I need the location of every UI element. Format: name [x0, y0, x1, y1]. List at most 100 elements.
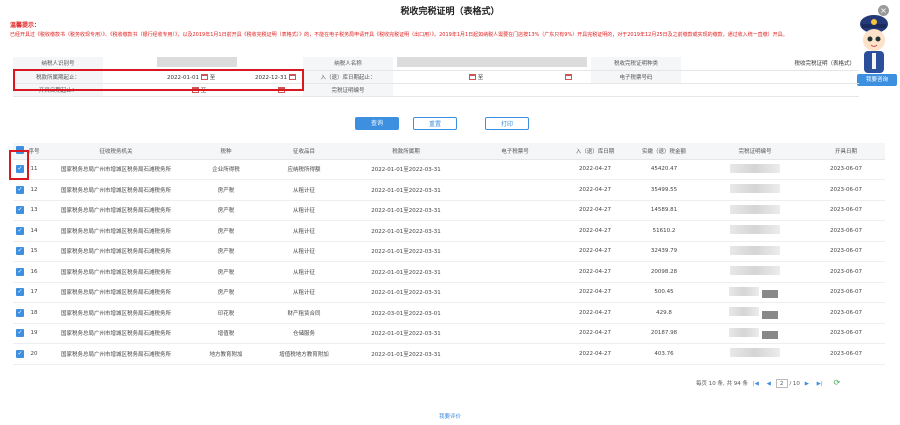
- redacted-block: [762, 290, 778, 298]
- issue-date: 2023-06-07: [807, 220, 885, 242]
- calendar-icon[interactable]: [278, 87, 286, 93]
- prev-page-icon[interactable]: ◀: [767, 381, 771, 387]
- redacted-cert-number: [730, 245, 780, 255]
- collection-office: 国家税务总局广州市增城区税务局石滩税务所: [41, 282, 191, 303]
- paid-amount: 20187.98: [625, 323, 703, 344]
- table-row[interactable]: ✓ 13 国家税务总局广州市增城区税务局石滩税务所 房产税 从租计征 2022-01-01…: [13, 200, 885, 221]
- row-number: 19: [27, 323, 41, 344]
- table-row[interactable]: ✓ 11 国家税务总局广州市增城区税务局石滩税务所 企业所得税 应纳税所得额 2022-0…: [13, 159, 885, 180]
- last-page-icon[interactable]: ▶|: [817, 381, 823, 387]
- collection-office: 国家税务总局广州市增城区税务局石滩税务所: [41, 179, 191, 201]
- calendar-icon[interactable]: [200, 74, 208, 80]
- calendar-icon[interactable]: [565, 74, 573, 80]
- checkbox-icon[interactable]: ✓: [16, 288, 24, 297]
- issue-date: 2023-06-07: [807, 323, 885, 344]
- tax-type: 增值税: [191, 323, 261, 344]
- calendar-icon[interactable]: [288, 74, 296, 80]
- checkbox-icon[interactable]: ✓: [16, 349, 24, 358]
- tax-period: 2022-01-01至2022-03-31: [347, 200, 465, 221]
- table-row[interactable]: ✓ 18 国家税务总局广州市增城区税务局石滩税务所 印花税 财产租赁合同 2022-03-…: [13, 302, 885, 324]
- redacted-cert-number: [730, 163, 780, 173]
- entry-date: 2022-04-27: [565, 220, 625, 242]
- cert-number: [703, 179, 807, 201]
- e-ticket-input[interactable]: [681, 70, 859, 84]
- table-row[interactable]: ✓ 17 国家税务总局广州市增城区税务局石滩税务所 房产税 从租计征 2022-01-01…: [13, 282, 885, 303]
- checkbox-icon[interactable]: ✓: [16, 308, 24, 317]
- checkbox-icon[interactable]: ✓: [16, 226, 24, 235]
- entry-date-range[interactable]: 至: [393, 70, 591, 84]
- row-checkbox[interactable]: ✓: [13, 200, 27, 221]
- row-number: 17: [27, 282, 41, 303]
- table-row[interactable]: ✓ 14 国家税务总局广州市增城区税务局石滩税务所 房产税 从租计征 2022-01-01…: [13, 220, 885, 242]
- checkbox-highlight-box: [9, 150, 29, 180]
- checkbox-icon[interactable]: ✓: [16, 185, 24, 194]
- tax-period: 2022-01-01至2022-03-31: [347, 241, 465, 262]
- calendar-icon[interactable]: [469, 74, 476, 80]
- reset-button[interactable]: 重置: [413, 117, 457, 130]
- tax-item: 增值税地方教育附加: [261, 343, 347, 365]
- row-checkbox[interactable]: ✓: [13, 241, 27, 262]
- cert-number: [703, 241, 807, 262]
- cert-number: [703, 323, 807, 344]
- row-number: 11: [27, 159, 41, 180]
- row-checkbox[interactable]: ✓: [13, 261, 27, 283]
- collection-office: 国家税务总局广州市增城区税务局石滩税务所: [41, 343, 191, 365]
- redacted-cert-number: [730, 225, 780, 235]
- paid-amount: 14589.81: [625, 200, 703, 221]
- entry-date: 2022-04-27: [565, 282, 625, 303]
- table-row[interactable]: ✓ 19 国家税务总局广州市增城区税务局石滩税务所 增值税 仓储服务 2022-01-01…: [13, 323, 885, 344]
- checkbox-icon[interactable]: ✓: [16, 247, 24, 256]
- consult-button[interactable]: 我要咨询: [857, 74, 897, 86]
- entry-date: 2022-04-27: [565, 159, 625, 180]
- row-checkbox[interactable]: ✓: [13, 220, 27, 242]
- page-title: 税收完税证明（表格式）: [400, 7, 500, 17]
- cert-no-label: 完税证明编号: [303, 83, 393, 97]
- table-row[interactable]: ✓ 12 国家税务总局广州市增城区税务局石滩税务所 房产税 从租计征 2022-01-01…: [13, 179, 885, 201]
- period-start-input[interactable]: 2022-01-01: [167, 75, 199, 81]
- table-row[interactable]: ✓ 15 国家税务总局广州市增城区税务局石滩税务所 房产税 从租计征 2022-01-01…: [13, 241, 885, 262]
- issue-date-range[interactable]: 至: [103, 83, 303, 97]
- redacted-block: [762, 310, 778, 319]
- calendar-icon[interactable]: [192, 87, 199, 93]
- cert-no-input[interactable]: [393, 83, 591, 97]
- cert-type-label: 税收完税证明种类: [591, 57, 681, 71]
- tax-type: 企业所得税: [191, 159, 261, 180]
- redacted-block: [762, 331, 778, 339]
- next-page-icon[interactable]: ▶: [805, 381, 809, 387]
- paid-amount: 500.45: [625, 282, 703, 303]
- issue-date: 2023-06-07: [807, 261, 885, 283]
- issue-date: 2023-06-07: [807, 179, 885, 201]
- page-number-input[interactable]: 2: [775, 379, 788, 388]
- tax-period: 2022-01-01至2022-03-31: [347, 261, 465, 283]
- checkbox-icon[interactable]: ✓: [16, 329, 24, 338]
- row-number: 12: [27, 179, 41, 201]
- paid-amount: 20098.28: [625, 261, 703, 283]
- tax-item: 应纳税所得额: [261, 159, 347, 180]
- cert-number: [703, 282, 807, 303]
- period-range[interactable]: 2022-01-01 至 2022-12-31: [103, 70, 303, 84]
- print-button[interactable]: 打印: [485, 117, 529, 130]
- collection-office: 国家税务总局广州市增城区税务局石滩税务所: [41, 220, 191, 242]
- period-end-input[interactable]: 2022-12-31: [255, 75, 287, 81]
- redacted-cert-number: [730, 184, 780, 194]
- col-header: 入（退）库日期: [565, 143, 625, 160]
- checkbox-icon[interactable]: ✓: [16, 267, 24, 276]
- row-checkbox[interactable]: ✓: [13, 302, 27, 324]
- tax-period: 2022-01-01至2022-03-31: [347, 159, 465, 180]
- col-header: 征收品目: [261, 143, 347, 160]
- first-page-icon[interactable]: |◀: [753, 381, 759, 387]
- refresh-icon[interactable]: ⟳: [834, 378, 841, 387]
- row-checkbox[interactable]: ✓: [13, 343, 27, 365]
- row-checkbox[interactable]: ✓: [13, 282, 27, 303]
- feedback-link[interactable]: 我要评价: [0, 412, 900, 420]
- collection-office: 国家税务总局广州市增城区税务局石滩税务所: [41, 159, 191, 180]
- entry-to-text: 至: [477, 74, 484, 81]
- cert-number: [703, 343, 807, 365]
- issue-date: 2023-06-07: [807, 241, 885, 262]
- query-button[interactable]: 查询: [355, 117, 399, 130]
- row-checkbox[interactable]: ✓: [13, 323, 27, 344]
- checkbox-icon[interactable]: ✓: [16, 206, 24, 215]
- table-row[interactable]: ✓ 20 国家税务总局广州市增城区税务局石滩税务所 地方教育附加 增值税地方教育附加 20…: [13, 343, 885, 365]
- table-row[interactable]: ✓ 16 国家税务总局广州市增城区税务局石滩税务所 房产税 从租计征 2022-01-01…: [13, 261, 885, 283]
- row-checkbox[interactable]: ✓: [13, 179, 27, 201]
